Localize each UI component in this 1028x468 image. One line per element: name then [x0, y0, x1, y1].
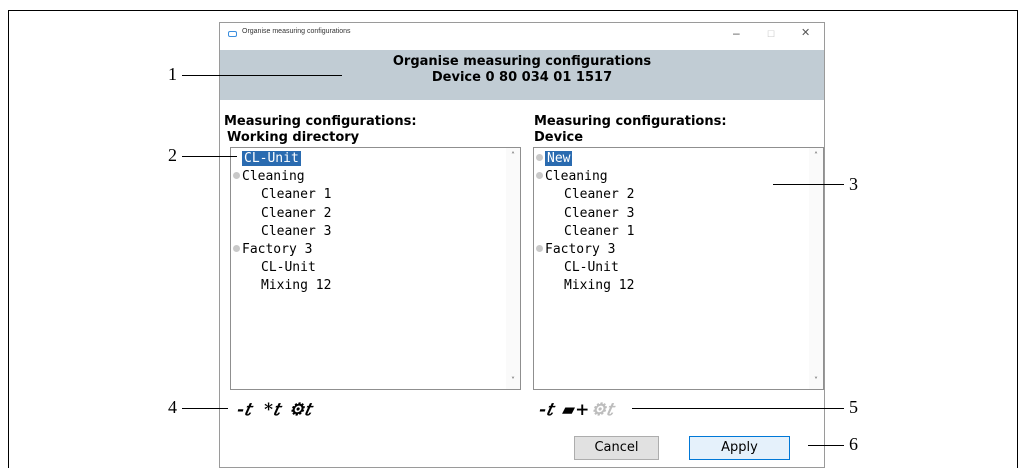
close-button[interactable]: ✕ — [801, 26, 810, 40]
list-item-label: CL-Unit — [564, 260, 619, 276]
callout-number: 3 — [849, 174, 858, 194]
list-item[interactable]: Cleaner 3 — [231, 223, 331, 241]
working-directory-list[interactable]: CL-Unit Cleaning Cleaner 1 Cleaner 2 Cleaner… — [230, 147, 521, 390]
heading-line: Device — [534, 130, 584, 145]
remove-config-icon[interactable]: -𝑡 — [232, 400, 256, 420]
callout-number: 1 — [168, 64, 177, 84]
maximize-button[interactable]: ☐ — [767, 27, 775, 41]
list-item[interactable]: Cleaning — [534, 168, 634, 186]
list-item[interactable]: Factory 3 — [534, 241, 634, 259]
cancel-button[interactable]: Cancel — [574, 436, 659, 460]
new-folder-icon[interactable]: ▰+ — [562, 400, 589, 420]
callout-line — [182, 75, 342, 76]
list-item[interactable]: Cleaner 3 — [534, 205, 634, 223]
callout-line — [808, 445, 844, 446]
list-item-label: Cleaner 3 — [261, 223, 332, 239]
list-item[interactable]: Cleaner 2 — [231, 205, 331, 223]
app-icon — [228, 31, 237, 37]
list-item-label: CL-Unit — [242, 151, 301, 166]
remove-config-icon[interactable]: -𝑡 — [534, 400, 558, 420]
list-item[interactable]: Mixing 12 — [534, 277, 634, 295]
list-item[interactable]: Factory 3 — [231, 241, 331, 259]
scroll-up-icon[interactable]: ˄ — [809, 151, 823, 161]
new-config-icon[interactable]: *𝑡 — [260, 400, 284, 420]
list-item-label: Cleaner 2 — [261, 205, 332, 221]
working-directory-toolbar: -𝑡 *𝑡 ⚙𝑡 — [232, 400, 316, 422]
list-item-label: Cleaning — [545, 169, 608, 185]
list-item-label: Factory 3 — [242, 241, 313, 257]
header-device-id: Device 0 80 034 01 1517 — [431, 70, 613, 85]
list-item[interactable]: Cleaner 1 — [231, 186, 331, 204]
list-item-label: Mixing 12 — [261, 278, 332, 294]
tree-node-icon — [233, 244, 240, 252]
title-bar: Organise measuring configurations – ☐ ✕ — [220, 23, 824, 47]
callout-line — [182, 408, 228, 409]
list-item-label: Cleaner 3 — [564, 205, 635, 221]
callout-number: 6 — [849, 434, 858, 454]
heading-line: Measuring configurations: — [224, 114, 417, 129]
list-item[interactable]: CL-Unit — [231, 150, 331, 168]
scroll-down-icon[interactable]: ˅ — [506, 376, 520, 386]
tree-node-icon — [233, 172, 240, 180]
heading-line: Working directory — [227, 130, 360, 145]
working-directory-heading: Measuring configurations: Working direct… — [224, 114, 417, 146]
scroll-up-icon[interactable]: ˄ — [506, 151, 520, 161]
list-item-label: Cleaner 1 — [564, 223, 635, 239]
dialog-window: Organise measuring configurations – ☐ ✕ … — [219, 22, 825, 468]
window-title: Organise measuring configurations — [242, 28, 351, 35]
callout-number: 4 — [168, 397, 177, 417]
apply-button[interactable]: Apply — [689, 436, 790, 460]
list-item[interactable]: Cleaner 2 — [534, 186, 634, 204]
callout-line — [182, 156, 237, 157]
callout-line — [773, 184, 844, 185]
list-item[interactable]: New — [534, 150, 634, 168]
settings-config-icon[interactable]: ⚙𝑡 — [590, 400, 614, 420]
tree-node-icon — [536, 154, 543, 161]
callout-number: 5 — [849, 397, 858, 417]
list-item[interactable]: Cleaner 1 — [534, 223, 634, 241]
list-item-label: Cleaner 1 — [261, 187, 332, 203]
list-item-label: Cleaning — [242, 169, 305, 185]
tree-node-icon — [536, 244, 543, 252]
list-item-label: New — [545, 151, 573, 166]
list-item-label: Factory 3 — [545, 241, 616, 257]
list-item[interactable]: CL-Unit — [534, 259, 634, 277]
list-item-label: CL-Unit — [261, 260, 316, 276]
minimize-button[interactable]: – — [733, 26, 740, 40]
device-toolbar: -𝑡 ▰+⚙𝑡 — [534, 400, 618, 422]
list-item-label: Cleaner 2 — [564, 187, 635, 203]
list-items: CL-Unit Cleaning Cleaner 1 Cleaner 2 Cleaner… — [231, 150, 331, 296]
device-heading: Measuring configurations: Device — [534, 114, 727, 146]
list-item[interactable]: Cleaning — [231, 168, 331, 186]
callout-number: 2 — [168, 145, 177, 165]
list-item[interactable]: Mixing 12 — [231, 277, 331, 295]
list-item-label: Mixing 12 — [564, 278, 635, 294]
callout-line — [632, 408, 844, 409]
tree-node-icon — [536, 172, 543, 180]
header-title: Organise measuring configurations — [392, 54, 652, 69]
heading-line: Measuring configurations: — [534, 114, 727, 129]
list-items: New Cleaning Cleaner 2 Cleaner 3 Cleaner 1 Fa… — [534, 150, 634, 296]
list-item[interactable]: CL-Unit — [231, 259, 331, 277]
settings-config-icon[interactable]: ⚙𝑡 — [288, 400, 312, 420]
vertical-scrollbar[interactable]: ˄ ˅ — [506, 148, 520, 389]
scroll-down-icon[interactable]: ˅ — [809, 376, 823, 386]
